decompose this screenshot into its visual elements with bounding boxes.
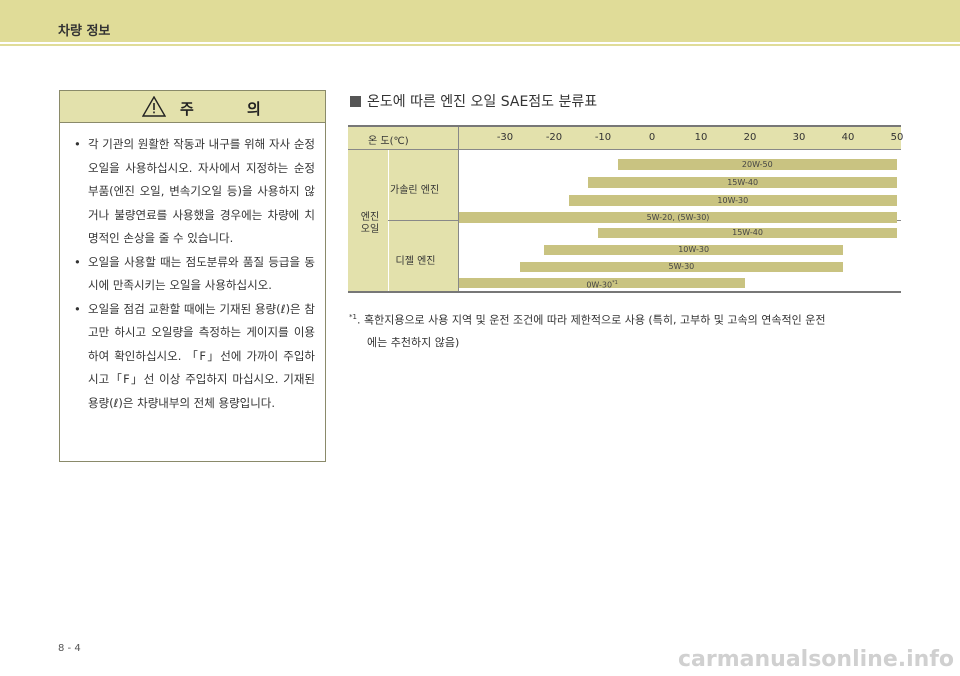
table-header-row <box>348 127 901 149</box>
bullet-icon: • <box>74 137 81 151</box>
bar-label: 15W-40 <box>732 228 763 237</box>
footnote-text-line2: 에는 추천하지 않음) <box>367 335 460 349</box>
viscosity-bar: 20W-50 <box>617 159 897 170</box>
caution-item: • 오일을 사용할 때는 점도분류와 품질 등급을 동시에 만족시키는 오일을 사… <box>74 251 315 298</box>
viscosity-bar: 5W-20, (5W-30) <box>459 212 897 223</box>
viscosity-bar: 10W-30 <box>568 195 897 206</box>
bullet-icon: • <box>74 254 81 269</box>
bar-label: 15W-40 <box>727 178 759 187</box>
table-bottom-border <box>348 291 901 293</box>
footnote-marker: *1 <box>349 313 357 321</box>
viscosity-chart: 온 도(℃) 엔진 오일 -30 -20 -10 0 10 20 30 40 50 가솔린 엔진 2… <box>348 125 904 293</box>
x-tick-label: 10 <box>694 132 708 143</box>
x-tick-label: 0 <box>648 132 656 143</box>
caution-item-text: 각 기관의 원활한 작동과 내구를 위해 자사 순정오일을 사용하십시오. 자사… <box>88 137 315 245</box>
diesel-engine-label: 디젤 엔진 <box>395 256 436 267</box>
bar-label: 20W-50 <box>741 160 773 169</box>
caution-box: 주 의 • 각 기관의 원활한 작동과 내구를 위해 자사 순정오일을 사용하십시… <box>59 90 326 462</box>
temperature-axis-label: 온 도(℃) <box>368 136 409 147</box>
caution-title: 주 의 <box>180 100 285 118</box>
square-bullet-icon <box>350 96 361 107</box>
x-tick-label: 20 <box>743 132 757 143</box>
x-tick-label: -10 <box>594 132 612 143</box>
viscosity-bar: 15W-40 <box>588 177 897 188</box>
caution-item: • 오일을 점검 교환할 때에는 기재된 용량(ℓ)은 참고만 하시고 오일량을 … <box>74 298 315 416</box>
caution-item: • 각 기관의 원활한 작동과 내구를 위해 자사 순정오일을 사용하십시오. 자… <box>74 133 315 251</box>
page-header-title: 차량 정보 <box>58 24 111 39</box>
gasoline-engine-label: 가솔린 엔진 <box>390 185 440 196</box>
x-tick-label: 30 <box>792 132 806 143</box>
x-tick-label: -20 <box>545 132 563 143</box>
bar-label: 5W-20, (5W-30) <box>646 213 710 222</box>
warning-triangle-icon <box>142 96 166 117</box>
footnote: *1. 혹한지용으로 사용 지역 및 운전 조건에 따라 제한적으로 사용 (특… <box>349 306 909 354</box>
bullet-icon: • <box>74 301 81 316</box>
header-underline <box>0 44 960 46</box>
viscosity-bar: 15W-40 <box>598 228 897 238</box>
x-tick-label: 50 <box>890 132 904 143</box>
bar-label: 0W-30 <box>586 280 613 290</box>
caution-item-text: 오일을 사용할 때는 점도분류와 품질 등급을 동시에 만족시키는 오일을 사용… <box>88 254 315 293</box>
caution-header: 주 의 <box>60 91 325 123</box>
footnote-text: . 혹한지용으로 사용 지역 및 운전 조건에 따라 제한적으로 사용 (특히,… <box>356 313 826 327</box>
bar-label: 5W-30 <box>668 262 695 271</box>
header-bar: 차량 정보 <box>0 0 960 42</box>
bar-label-superscript: *1 <box>612 280 618 286</box>
section-title: 온도에 따른 엔진 오일 SAE점도 분류표 <box>350 91 597 111</box>
x-tick-label: -30 <box>496 132 514 143</box>
viscosity-bar: 10W-30 <box>544 245 844 255</box>
watermark: carmanualsonline.info <box>678 647 954 672</box>
table-column-divider <box>458 127 459 291</box>
engine-oil-label: 엔진 오일 <box>360 212 380 235</box>
bar-label: 10W-30 <box>678 245 710 254</box>
viscosity-bar: 0W-30*1 <box>459 278 746 290</box>
bar-label: 10W-30 <box>717 196 749 205</box>
caution-list: • 각 기관의 원활한 작동과 내구를 위해 자사 순정오일을 사용하십시오. 자… <box>60 123 325 415</box>
section-title-text: 온도에 따른 엔진 오일 SAE점도 분류표 <box>367 94 598 110</box>
page-number: 8 - 4 <box>58 643 81 654</box>
caution-item-text: 오일을 점검 교환할 때에는 기재된 용량(ℓ)은 참고만 하시고 오일량을 측… <box>88 301 315 410</box>
viscosity-bar: 5W-30 <box>519 262 844 272</box>
x-tick-label: 40 <box>841 132 855 143</box>
